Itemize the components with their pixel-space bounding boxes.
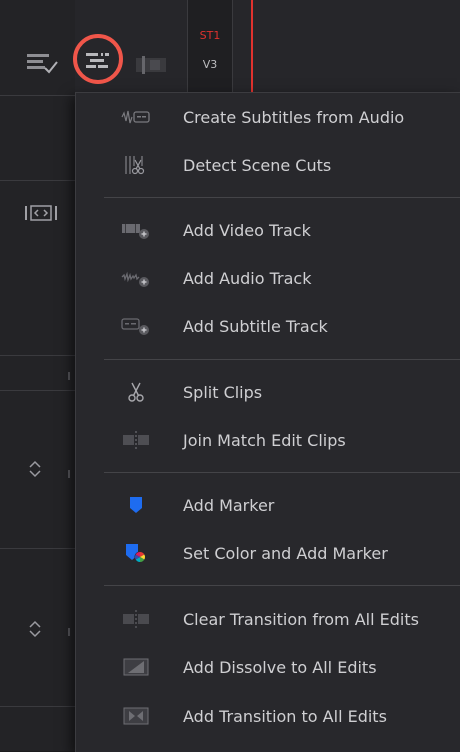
menu-item-label: Add Marker: [183, 495, 275, 515]
menu-item-label: Detect Scene Cuts: [183, 155, 332, 175]
panel-tick: [68, 372, 70, 380]
menu-item-label: Add Dissolve to All Edits: [183, 657, 377, 677]
color-marker-icon: [121, 541, 151, 565]
timeline-view-options-icon[interactable]: [25, 52, 59, 80]
track-options-menu: Create Subtitles from Audio Detect Scene…: [75, 92, 460, 752]
menu-item-label: Split Clips: [183, 382, 263, 402]
transition-icon: [121, 704, 151, 728]
menu-item-label: Create Subtitles from Audio: [183, 107, 405, 127]
divider: [0, 355, 75, 356]
scene-cut-icon: [121, 153, 151, 177]
menu-separator: [104, 472, 460, 473]
menu-item-label: Add Subtitle Track: [183, 316, 328, 336]
divider: [0, 548, 75, 549]
fit-to-window-icon[interactable]: [24, 203, 58, 227]
panel-tick: [68, 470, 70, 478]
menu-item-add-transition[interactable]: Add Transition to All Edits: [76, 696, 460, 736]
dissolve-icon: [121, 655, 151, 679]
expand-collapse-icon[interactable]: [28, 620, 42, 642]
menu-item-label: Add Video Track: [183, 220, 311, 240]
menu-item-label: Set Color and Add Marker: [183, 543, 388, 563]
divider: [0, 706, 75, 707]
add-video-track-icon: [121, 218, 151, 242]
subtitle-track-label[interactable]: ST1: [188, 29, 232, 42]
scissors-icon: [121, 380, 151, 404]
menu-separator: [104, 585, 460, 586]
highlight-ring: [73, 34, 123, 84]
clip-view-icon[interactable]: [134, 54, 170, 80]
menu-item-add-subtitle-track[interactable]: Add Subtitle Track: [76, 306, 460, 346]
menu-item-add-dissolve[interactable]: Add Dissolve to All Edits: [76, 647, 460, 687]
add-audio-track-icon: [121, 266, 151, 290]
menu-item-add-audio-track[interactable]: Add Audio Track: [76, 258, 460, 298]
menu-item-create-subtitles[interactable]: Create Subtitles from Audio: [76, 97, 460, 137]
divider: [0, 180, 75, 181]
menu-item-add-marker[interactable]: Add Marker: [76, 485, 460, 525]
clear-transition-icon: [121, 607, 151, 631]
join-clips-icon: [121, 428, 151, 452]
menu-item-clear-transition[interactable]: Clear Transition from All Edits: [76, 599, 460, 639]
panel-tick: [68, 628, 70, 636]
menu-item-label: Add Audio Track: [183, 268, 312, 288]
expand-collapse-icon[interactable]: [28, 460, 42, 482]
menu-item-label: Add Transition to All Edits: [183, 706, 387, 726]
playhead[interactable]: [251, 0, 253, 95]
menu-separator: [104, 197, 460, 198]
subtitles-from-audio-icon: [121, 105, 151, 129]
menu-item-label: Clear Transition from All Edits: [183, 609, 419, 629]
divider: [0, 95, 75, 96]
menu-item-split-clips[interactable]: Split Clips: [76, 372, 460, 412]
divider: [0, 390, 75, 391]
video-track-label[interactable]: V3: [188, 58, 232, 71]
menu-item-set-color-add-marker[interactable]: Set Color and Add Marker: [76, 533, 460, 573]
add-subtitle-track-icon: [121, 314, 151, 338]
menu-item-label: Join Match Edit Clips: [183, 430, 346, 450]
track-labels: ST1 V3: [187, 0, 233, 92]
menu-separator: [104, 359, 460, 360]
marker-icon: [121, 493, 151, 517]
menu-item-join-match-edit-clips[interactable]: Join Match Edit Clips: [76, 420, 460, 460]
menu-item-add-video-track[interactable]: Add Video Track: [76, 210, 460, 250]
menu-item-detect-scene-cuts[interactable]: Detect Scene Cuts: [76, 145, 460, 185]
